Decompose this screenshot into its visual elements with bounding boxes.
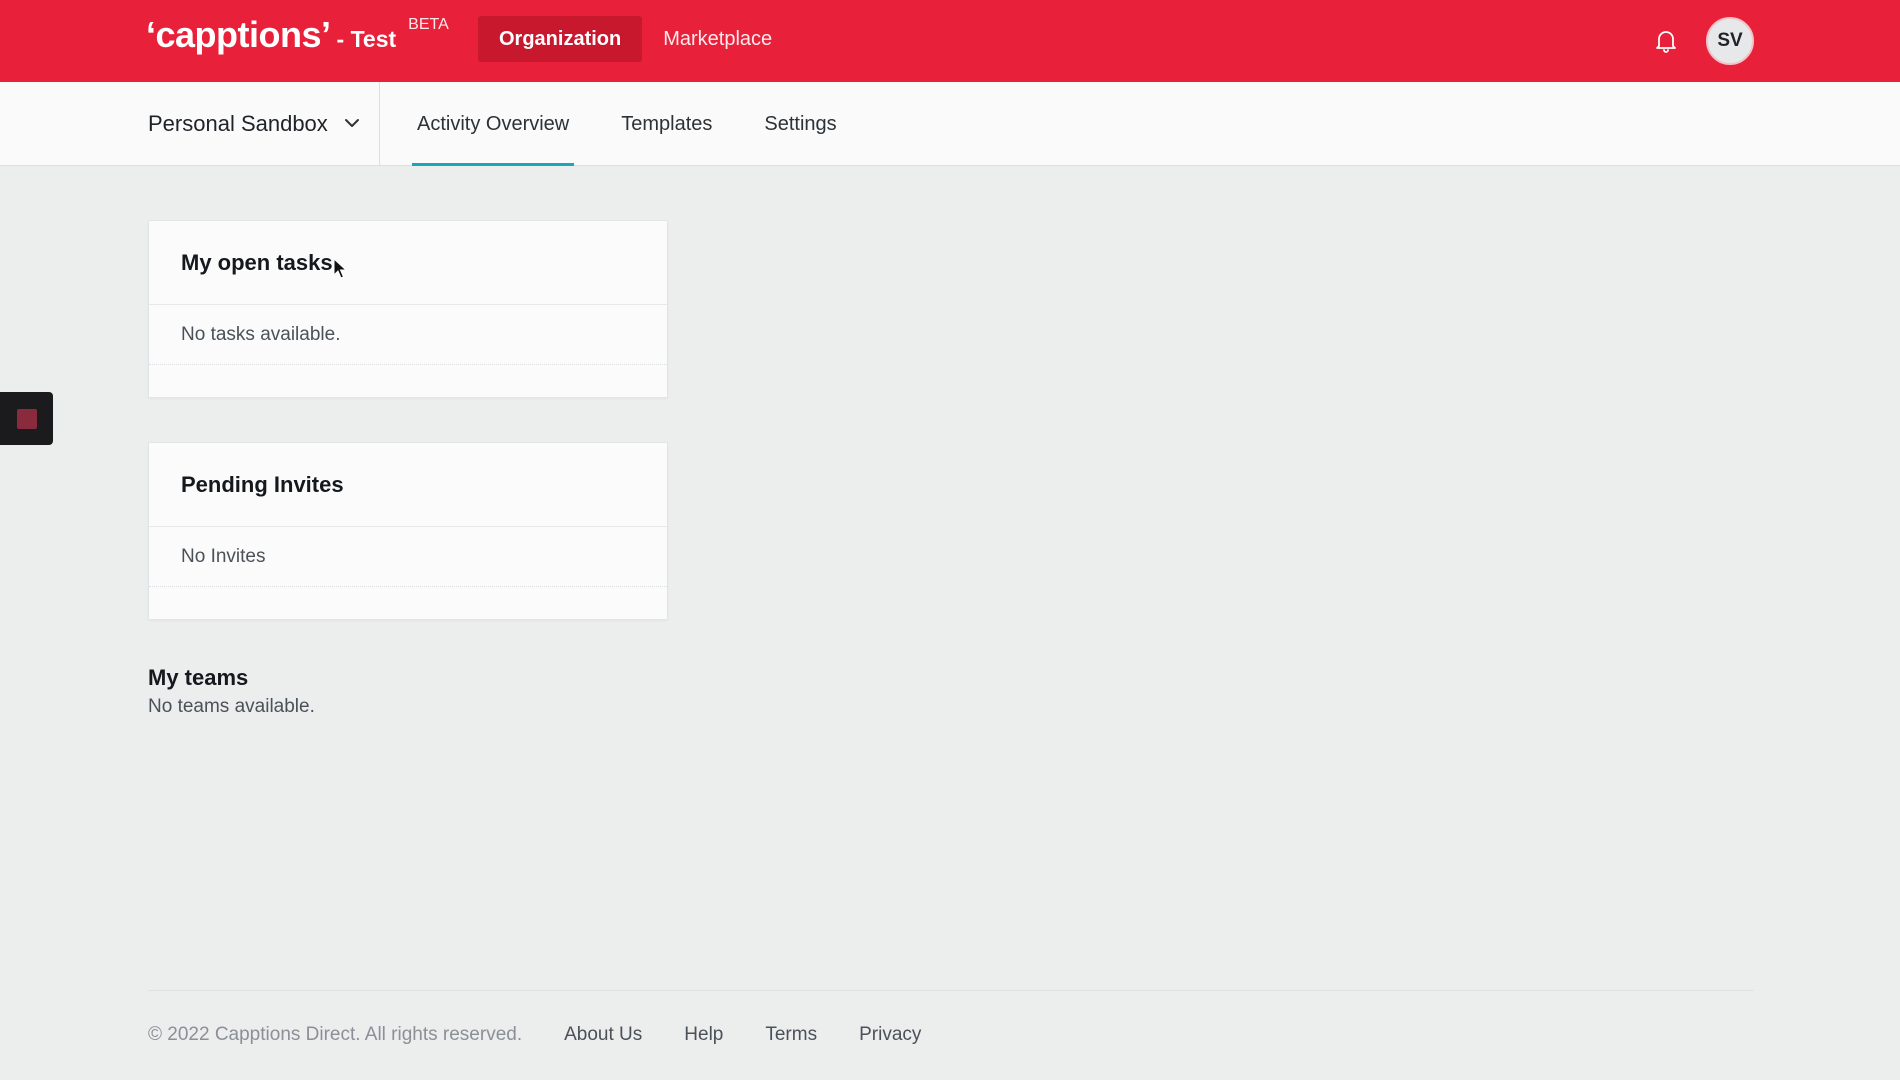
copyright-text: © 2022 Capptions Direct. All rights rese… bbox=[148, 1024, 523, 1045]
teams-title: My teams bbox=[148, 665, 249, 690]
chevron-down-icon bbox=[344, 115, 360, 133]
tab-activity-overview[interactable]: Activity Overview bbox=[412, 82, 575, 166]
subnav-divider bbox=[379, 82, 380, 166]
top-nav: Organization Marketplace bbox=[478, 16, 793, 62]
teams-empty: No teams available. bbox=[148, 696, 315, 717]
top-header: ‘capptions’ - Test BETA Organization Mar… bbox=[0, 0, 1900, 82]
brand-name: ‘capptions’ bbox=[146, 14, 331, 55]
footer-divider bbox=[148, 990, 1754, 991]
pending-invites-header: Pending Invites bbox=[149, 443, 667, 527]
pending-invites-title: Pending Invites bbox=[181, 471, 344, 497]
footer: © 2022 Capptions Direct. All rights rese… bbox=[148, 1024, 921, 1046]
tab-templates[interactable]: Templates bbox=[616, 82, 717, 166]
open-tasks-empty: No tasks available. bbox=[149, 305, 667, 365]
pending-invites-empty: No Invites bbox=[149, 527, 667, 587]
brand-logo[interactable]: ‘capptions’ - Test BETA bbox=[146, 14, 449, 56]
mouse-cursor-icon bbox=[333, 257, 348, 285]
stop-icon bbox=[16, 408, 37, 429]
subnav-tabs: Activity Overview Templates Settings bbox=[412, 82, 884, 166]
nav-organization[interactable]: Organization bbox=[478, 16, 643, 62]
sub-header: Personal Sandbox Activity Overview Templ… bbox=[0, 82, 1900, 166]
beta-badge: BETA bbox=[408, 16, 449, 33]
pending-invites-card: Pending Invites No Invites bbox=[148, 442, 668, 620]
footer-link-about[interactable]: About Us bbox=[564, 1024, 642, 1046]
footer-link-help[interactable]: Help bbox=[684, 1024, 723, 1046]
tab-settings[interactable]: Settings bbox=[759, 82, 841, 166]
open-tasks-title: My open tasks bbox=[181, 249, 333, 275]
open-tasks-card: My open tasks No tasks available. bbox=[148, 220, 668, 398]
open-tasks-header: My open tasks bbox=[149, 221, 667, 305]
workspace-selector[interactable]: Personal Sandbox bbox=[148, 82, 360, 166]
user-avatar[interactable]: SV bbox=[1706, 17, 1754, 65]
brand-environment: - Test bbox=[336, 26, 397, 52]
bell-icon[interactable] bbox=[1652, 27, 1680, 55]
pending-invites-footer bbox=[149, 587, 667, 619]
footer-link-privacy[interactable]: Privacy bbox=[859, 1024, 921, 1046]
nav-marketplace[interactable]: Marketplace bbox=[642, 16, 793, 62]
open-tasks-footer bbox=[149, 365, 667, 397]
side-widget-button[interactable] bbox=[0, 392, 53, 445]
workspace-label: Personal Sandbox bbox=[148, 111, 328, 136]
footer-link-terms[interactable]: Terms bbox=[765, 1024, 817, 1046]
